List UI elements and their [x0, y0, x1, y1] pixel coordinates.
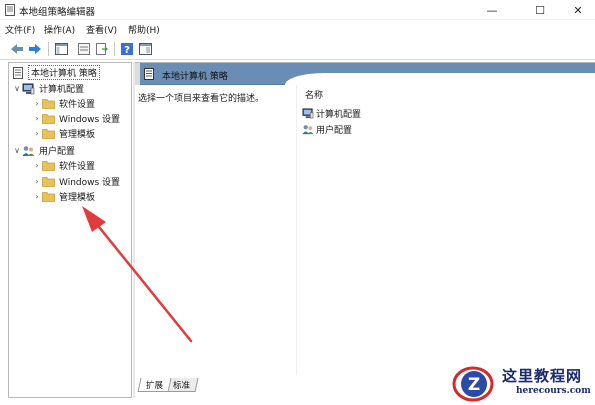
tree-item-computer-config[interactable]: ∨ 计算机配置: [12, 81, 84, 96]
users-icon: [302, 123, 314, 135]
folder-icon: [42, 128, 55, 140]
users-icon: [22, 145, 35, 157]
watermark-logo-icon: Z: [452, 366, 494, 402]
tree-node-label: 计算机配置: [39, 85, 85, 95]
tree-node-label: Windows 设置: [59, 178, 121, 188]
list-item-label: 用户配置: [316, 125, 353, 136]
tab-label: 标准: [173, 381, 191, 391]
title-bar: 本地组策略编辑器 — ☐ ✕: [0, 0, 595, 20]
minimize-button[interactable]: —: [472, 0, 512, 20]
tree-item-windows-settings[interactable]: › Windows 设置: [32, 111, 120, 126]
tree-node-label: 本地计算机 策略: [28, 65, 100, 80]
chevron-down-icon[interactable]: ∨: [12, 146, 22, 155]
properties-icon[interactable]: [77, 42, 91, 56]
forward-arrow-icon[interactable]: [28, 42, 42, 56]
details-pane: 本地计算机 策略 选择一个项目来查看它的描述。 名称 计算机配置 用户配置: [135, 62, 595, 398]
header-wave-decoration: [285, 73, 595, 85]
chevron-right-icon[interactable]: ›: [32, 99, 42, 108]
details-header: 本地计算机 策略: [135, 63, 595, 85]
chevron-right-icon[interactable]: ›: [32, 192, 42, 201]
tree-root-local-policy[interactable]: 本地计算机 策略: [11, 65, 100, 80]
computer-icon: [22, 83, 35, 95]
tree-node-label: 软件设置: [59, 100, 96, 110]
tree-node-label: 用户配置: [39, 147, 76, 157]
chevron-right-icon[interactable]: ›: [32, 114, 42, 123]
tree-item-user-config[interactable]: ∨ 用户配置: [12, 143, 75, 158]
computer-icon: [302, 107, 314, 119]
window-title: 本地组策略编辑器: [19, 7, 96, 18]
svg-text:?: ?: [124, 45, 130, 55]
header-edge: [135, 63, 140, 85]
policy-document-icon: [11, 66, 24, 79]
show-hide-console-tree-icon[interactable]: [54, 42, 68, 56]
details-header-title: 本地计算机 策略: [162, 72, 228, 82]
policy-document-icon: [144, 68, 154, 80]
tree-item-user-windows-settings[interactable]: › Windows 设置: [32, 174, 120, 189]
tree-node-label: 软件设置: [59, 162, 96, 172]
tree-node-label: Windows 设置: [59, 115, 121, 125]
site-watermark: Z 这里教程网 herecours.com: [446, 360, 595, 405]
watermark-domain: herecours.com: [516, 386, 591, 396]
item-description: 选择一个项目来查看它的描述。: [138, 94, 265, 104]
tree-item-admin-templates[interactable]: › 管理模板: [32, 126, 95, 141]
toolbar-separator: [114, 42, 115, 56]
menu-help[interactable]: 帮助(H): [128, 23, 160, 36]
watermark-site-name: 这里教程网: [502, 367, 583, 385]
toolbar-separator: [48, 42, 49, 56]
watermark-logo-letter: Z: [468, 375, 480, 395]
menu-action[interactable]: 操作(A): [44, 23, 75, 36]
folder-icon: [42, 176, 55, 188]
maximize-button[interactable]: ☐: [520, 0, 560, 20]
close-button[interactable]: ✕: [558, 0, 595, 20]
list-item-user-config[interactable]: 用户配置: [302, 122, 352, 136]
help-icon[interactable]: ?: [120, 42, 134, 56]
menu-view[interactable]: 查看(V): [86, 23, 117, 36]
chevron-right-icon[interactable]: ›: [32, 129, 42, 138]
chevron-right-icon[interactable]: ›: [32, 177, 42, 186]
tab-extended[interactable]: 扩展: [137, 378, 172, 392]
description-divider: [296, 85, 297, 375]
tree-node-label: 管理模板: [59, 130, 96, 140]
extended-view-icon[interactable]: [138, 42, 152, 56]
policy-editor-app-icon: [5, 4, 15, 16]
tree-item-software-settings[interactable]: › 软件设置: [32, 96, 95, 111]
export-list-icon[interactable]: [95, 42, 109, 56]
chevron-right-icon[interactable]: ›: [32, 161, 42, 170]
list-item-computer-config[interactable]: 计算机配置: [302, 106, 361, 120]
folder-icon: [42, 113, 55, 125]
toolbar: ?: [0, 38, 595, 60]
tab-label: 扩展: [146, 381, 164, 391]
back-arrow-icon[interactable]: [10, 42, 24, 56]
folder-icon: [42, 98, 55, 110]
folder-icon: [42, 191, 55, 203]
column-header-name[interactable]: 名称: [305, 88, 323, 101]
chevron-down-icon[interactable]: ∨: [12, 84, 22, 93]
list-item-label: 计算机配置: [316, 109, 362, 120]
folder-icon: [42, 160, 55, 172]
tree-item-user-software-settings[interactable]: › 软件设置: [32, 158, 95, 173]
tree-node-label: 管理模板: [59, 193, 96, 203]
menu-bar: 文件(F) 操作(A) 查看(V) 帮助(H): [0, 20, 595, 38]
menu-file[interactable]: 文件(F): [5, 23, 35, 36]
tree-item-user-admin-templates[interactable]: › 管理模板: [32, 189, 95, 204]
console-tree: 本地计算机 策略 ∨ 计算机配置 › 软件设置 › Windows 设置 › 管…: [8, 62, 132, 398]
